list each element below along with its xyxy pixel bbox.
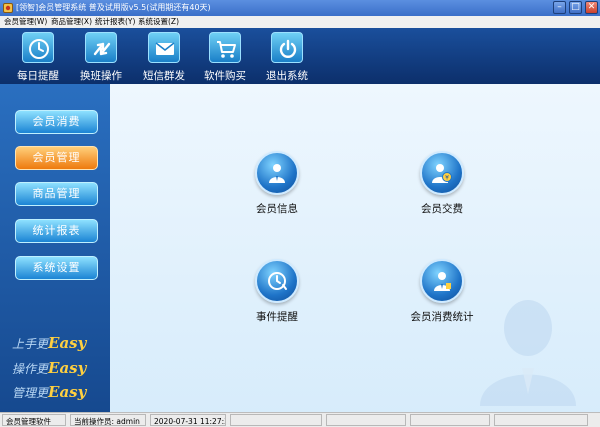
tool-tile [22,32,54,63]
toolbar: 每日提醒 换班操作 短信群发 软件购买 退出系统 [0,28,600,84]
consumption-stats-icon [434,272,451,291]
toolbar-label: 软件购买 [204,70,246,82]
toolbar-shift-change-button[interactable]: 换班操作 [70,30,132,82]
slogan-emphasis: Easy [48,359,87,377]
sidebar-item-product-management[interactable]: 商品管理 [15,182,98,206]
toolbar-label: 每日提醒 [17,70,59,82]
status-empty-cell [230,414,322,426]
clock-icon [29,39,49,59]
feature-member-info[interactable]: 会员信息 [222,151,332,223]
tool-tile [148,32,180,63]
status-operator: 当前操作员: admin [70,414,146,426]
status-bar: 会员管理软件 当前操作员: admin 2020-07-31 11:27:34 [0,412,600,427]
envelope-icon [155,42,175,55]
main-panel: 会员信息 ¥ 会员交费 事件提醒 会员消费统计 [110,84,600,412]
toolbar-purchase-button[interactable]: 软件购买 [194,30,256,82]
feature-label: 会员信息 [256,203,298,215]
minimize-button[interactable]: – [553,1,566,14]
slogan-emphasis: Easy [48,383,87,401]
menu-product-management[interactable]: 商品管理(X) [51,16,92,28]
menu-system-settings[interactable]: 系统设置(Z) [138,16,179,28]
person-silhouette-icon [480,300,576,406]
menu-bar: 会员管理(W) 商品管理(X) 统计报表(Y) 系统设置(Z) [0,16,600,28]
swap-arrows-icon [93,42,111,56]
close-button[interactable]: ✕ [585,1,598,14]
maximize-button[interactable]: □ [569,1,582,14]
sidebar-item-member-management[interactable]: 会员管理 [15,146,98,170]
slogan-line: 管理更Easy [12,383,86,401]
status-empty-cell [494,414,588,426]
member-payment-icon: ¥ [432,164,452,183]
toolbar-label: 换班操作 [80,70,122,82]
slogan-line: 上手更Easy [12,334,86,352]
tool-tile [271,32,303,63]
power-icon [279,39,297,58]
feature-event-reminder[interactable]: 事件提醒 [222,259,332,331]
sidebar: 会员消费 会员管理 商品管理 统计报表 系统设置 上手更Easy 操作更Easy… [0,84,110,412]
toolbar-label: 短信群发 [143,70,185,82]
window-title: [领智]会员管理系统 普及试用版v5.5(试用期还有40天) [16,3,211,12]
status-datetime: 2020-07-31 11:27:34 [150,414,226,426]
status-empty-cell [410,414,490,426]
sidebar-item-member-consumption[interactable]: 会员消费 [15,110,98,134]
shopping-cart-icon [217,41,236,58]
feature-orb [255,259,299,303]
slogan-emphasis: Easy [48,334,87,352]
toolbar-exit-button[interactable]: 退出系统 [256,30,318,82]
feature-orb: ¥ [420,151,464,195]
app-icon [3,3,13,13]
feature-orb [420,259,464,303]
status-software-name: 会员管理软件 [2,414,66,426]
slogan-prefix: 上手更 [12,337,49,351]
feature-label: 会员交费 [421,203,463,215]
tool-tile [85,32,117,63]
slogan-prefix: 管理更 [12,386,49,400]
feature-member-payment[interactable]: ¥ 会员交费 [387,151,497,223]
toolbar-daily-reminder-button[interactable]: 每日提醒 [7,30,69,82]
svg-text:¥: ¥ [445,175,449,182]
tool-tile [209,32,241,63]
status-empty-cell [326,414,406,426]
event-reminder-icon [268,272,287,290]
feature-label: 事件提醒 [256,311,298,323]
toolbar-label: 退出系统 [266,70,308,82]
member-info-icon [269,164,285,183]
sidebar-item-reports[interactable]: 统计报表 [15,219,98,243]
toolbar-sms-broadcast-button[interactable]: 短信群发 [133,30,195,82]
menu-reports[interactable]: 统计报表(Y) [95,16,135,28]
menu-member-management[interactable]: 会员管理(W) [4,16,47,28]
slogan-prefix: 操作更 [12,362,49,376]
sidebar-item-system-settings[interactable]: 系统设置 [15,256,98,280]
slogan-line: 操作更Easy [12,359,86,377]
title-bar[interactable]: [领智]会员管理系统 普及试用版v5.5(试用期还有40天) – □ ✕ [0,0,600,16]
feature-orb [255,151,299,195]
